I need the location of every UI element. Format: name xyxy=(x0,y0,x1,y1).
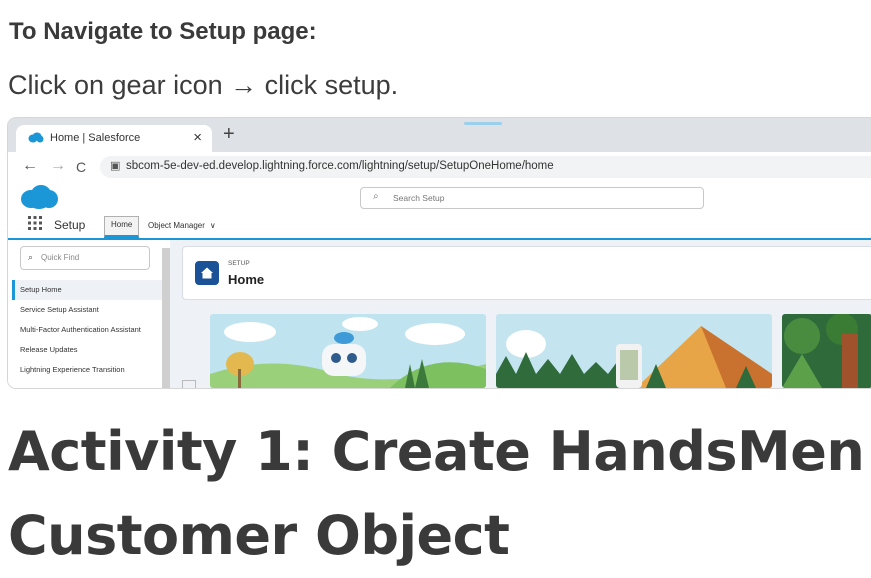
browser-address-row: ← → C ▣ sbcom-5e-dev-ed.develop.lightnin… xyxy=(8,152,871,183)
tab-title: Home | Salesforce xyxy=(50,132,141,144)
reload-icon[interactable]: C xyxy=(76,159,86,175)
astro-illustration-card xyxy=(210,314,486,388)
navigate-setup-instruction: Click on gear icon → click setup. xyxy=(8,70,399,100)
menu-item-service-setup-assistant[interactable]: Service Setup Assistant xyxy=(12,300,162,320)
setup-menu: Setup Home Service Setup Assistant Multi… xyxy=(12,280,162,380)
app-launcher-icon[interactable] xyxy=(28,216,42,230)
salesforce-logo-icon xyxy=(21,185,58,209)
setup-nav-bar: Setup Home Object Manager ∨ xyxy=(8,212,871,240)
back-arrow-icon[interactable]: ← xyxy=(22,157,38,175)
tab-home[interactable]: Home xyxy=(104,216,140,238)
new-tab-icon[interactable]: + xyxy=(223,123,235,146)
setup-home-header: SETUP Home xyxy=(182,246,871,300)
tab-object-manager[interactable]: Object Manager ∨ xyxy=(148,221,216,230)
address-bar[interactable]: ▣ sbcom-5e-dev-ed.develop.lightning.forc… xyxy=(100,156,871,178)
mountain-illustration-card xyxy=(496,314,772,388)
app-name: Setup xyxy=(54,218,86,232)
quick-find-input[interactable]: ⌕ Quick Find xyxy=(20,246,150,270)
salesforce-header: ⌕ Search Setup xyxy=(8,182,871,212)
menu-item-mfa-assistant[interactable]: Multi-Factor Authentication Assistant xyxy=(12,320,162,340)
browser-tab[interactable]: Home | Salesforce × xyxy=(16,125,212,152)
menu-item-lightning-transition[interactable]: Lightning Experience Transition xyxy=(12,360,162,380)
navigate-setup-heading: To Navigate to Setup page: xyxy=(9,18,317,45)
setup-screenshot: Home | Salesforce × + ← → C ▣ sbcom-5e-d… xyxy=(8,118,871,388)
url-text: sbcom-5e-dev-ed.develop.lightning.force.… xyxy=(126,160,554,172)
checkbox-stub xyxy=(182,380,196,388)
page-title: Home xyxy=(228,272,265,287)
browser-tab-strip: Home | Salesforce × + xyxy=(8,118,871,152)
home-icon xyxy=(195,261,219,285)
search-icon: ⌕ xyxy=(373,191,379,202)
forward-arrow-icon[interactable]: → xyxy=(50,157,66,175)
chevron-down-icon: ∨ xyxy=(209,221,216,230)
forest-illustration-card xyxy=(782,314,871,388)
search-icon: ⌕ xyxy=(28,252,34,262)
close-icon[interactable]: × xyxy=(193,129,202,146)
menu-item-release-updates[interactable]: Release Updates xyxy=(12,340,162,360)
left-panel-scrollbar[interactable] xyxy=(162,248,170,388)
activity-heading: Activity 1: Create HandsMen Customer Obj… xyxy=(8,420,865,567)
menu-item-setup-home[interactable]: Setup Home xyxy=(12,280,162,300)
search-setup-input[interactable]: ⌕ Search Setup xyxy=(360,187,704,209)
setup-left-panel: ⌕ Quick Find Setup Home Service Setup As… xyxy=(8,240,170,388)
page-eyebrow: SETUP xyxy=(228,260,250,267)
salesforce-cloud-icon xyxy=(28,132,44,143)
lock-icon: ▣ xyxy=(110,160,121,172)
